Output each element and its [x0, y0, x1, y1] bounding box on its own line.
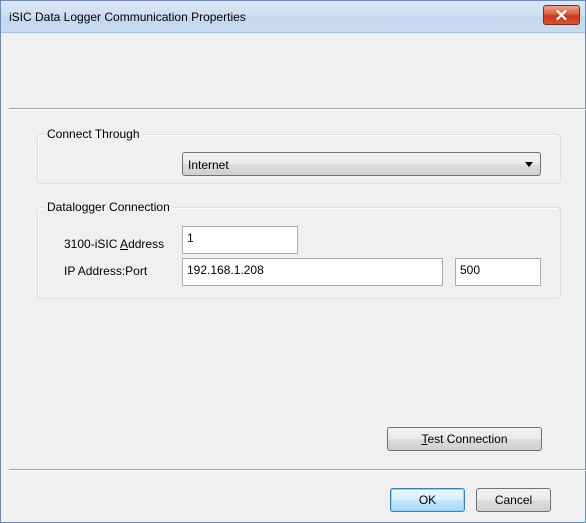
close-button[interactable]	[543, 5, 580, 25]
ip-port-label: IP Address:Port	[64, 264, 148, 278]
ip-address-field[interactable]: 192.168.1.208	[182, 258, 443, 286]
address-field[interactable]: 1	[182, 226, 298, 254]
connect-through-label: Connect Through	[44, 127, 143, 141]
datalogger-connection-label: Datalogger Connection	[44, 200, 173, 214]
address-label: 3100-iSIC Address	[64, 237, 165, 251]
top-divider	[9, 108, 586, 110]
port-field[interactable]: 500	[455, 258, 541, 286]
connect-through-value: Internet	[188, 158, 229, 172]
connect-through-select[interactable]: Internet	[182, 152, 541, 176]
ok-button[interactable]: OK	[390, 488, 465, 512]
chevron-down-icon	[525, 162, 533, 167]
dialog-window: iSIC Data Logger Communication Propertie…	[0, 0, 586, 523]
window-title: iSIC Data Logger Communication Propertie…	[9, 10, 246, 24]
bottom-divider	[9, 469, 586, 471]
title-bar[interactable]: iSIC Data Logger Communication Propertie…	[1, 1, 585, 33]
close-icon	[556, 10, 567, 20]
cancel-button[interactable]: Cancel	[476, 488, 551, 512]
test-connection-button[interactable]: Test Connection	[387, 427, 542, 451]
